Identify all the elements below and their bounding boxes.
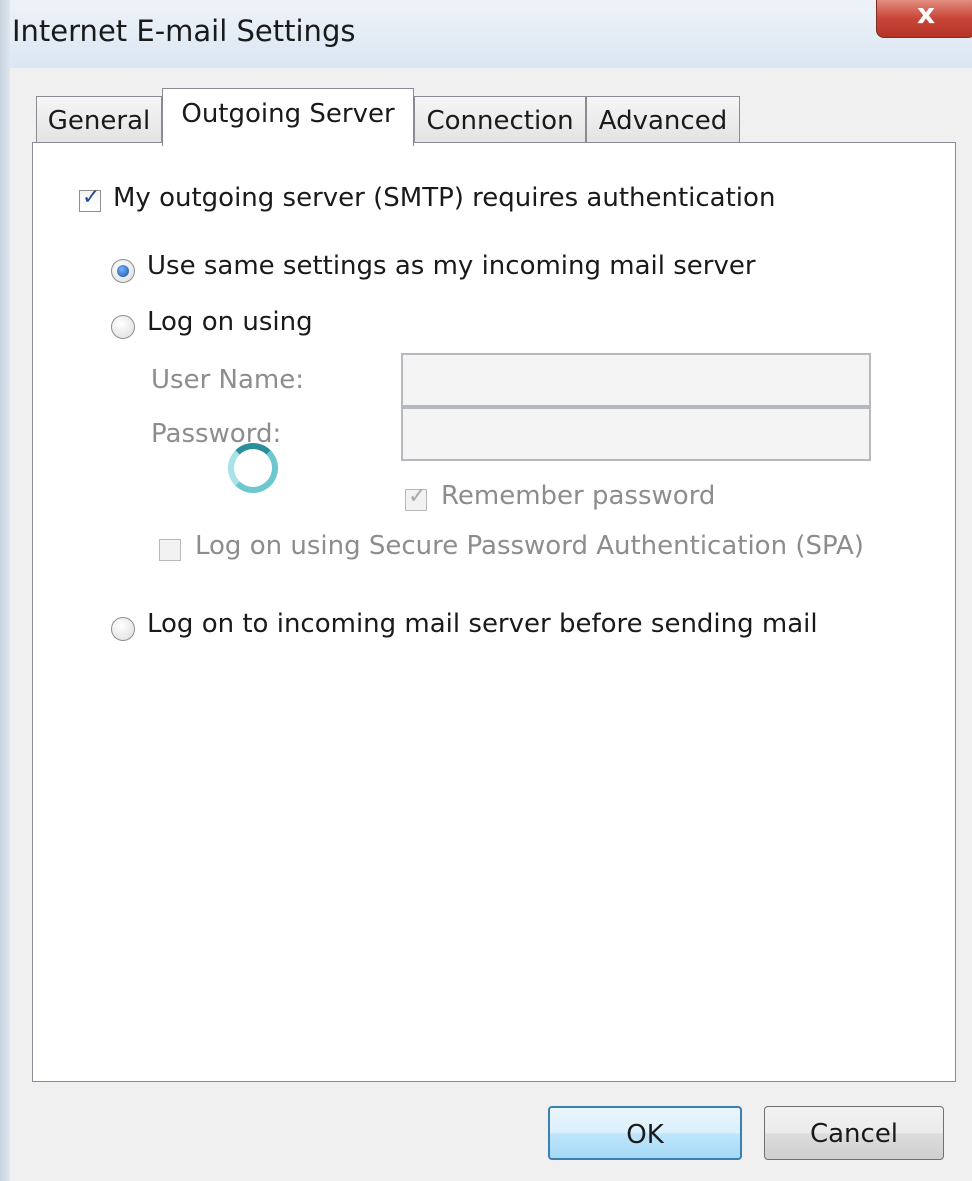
close-button[interactable]: x: [876, 0, 972, 38]
remember-password-label: Remember password: [441, 481, 716, 511]
log-on-using-radio[interactable]: [111, 315, 135, 339]
tab-outgoing-server-label: Outgoing Server: [181, 99, 395, 129]
close-icon: x: [916, 0, 936, 30]
outgoing-server-panel: ✓ My outgoing server (SMTP) requires aut…: [32, 142, 956, 1082]
log-on-using-label: Log on using: [147, 307, 313, 337]
title-bar[interactable]: Internet E-mail Settings x: [10, 0, 972, 68]
requires-auth-label: My outgoing server (SMTP) requires authe…: [113, 183, 776, 213]
dialog-client-area: General Outgoing Server Connection Advan…: [10, 68, 972, 1181]
tab-general-label: General: [47, 106, 151, 136]
tab-outgoing-server[interactable]: Outgoing Server: [162, 88, 414, 146]
tab-connection-label: Connection: [426, 106, 574, 136]
requires-auth-checkbox[interactable]: ✓: [79, 185, 101, 212]
window-frame-edge: [0, 0, 10, 1181]
cancel-button-label: Cancel: [809, 1119, 899, 1149]
radio-selected-dot: [117, 265, 129, 277]
checkmark-icon: ✓: [82, 185, 101, 210]
spa-label: Log on using Secure Password Authenticat…: [195, 531, 864, 561]
password-input[interactable]: [401, 407, 871, 461]
tab-advanced-label: Advanced: [598, 106, 728, 136]
remember-password-checkbox[interactable]: ✓: [405, 484, 427, 511]
internet-email-settings-dialog: Internet E-mail Settings x General Outgo…: [0, 0, 972, 1181]
checkmark-icon: ✓: [408, 484, 427, 509]
use-same-settings-radio[interactable]: [111, 259, 135, 283]
user-name-label: User Name:: [151, 365, 304, 395]
user-name-input[interactable]: [401, 353, 871, 407]
ok-button-label: OK: [626, 1120, 664, 1150]
spa-checkbox[interactable]: [159, 539, 181, 561]
tab-advanced[interactable]: Advanced: [586, 96, 740, 144]
log-on-incoming-label: Log on to incoming mail server before se…: [147, 609, 818, 639]
tab-connection[interactable]: Connection: [414, 96, 586, 144]
cancel-button[interactable]: Cancel: [764, 1106, 944, 1160]
use-same-settings-label: Use same settings as my incoming mail se…: [147, 251, 756, 281]
busy-spinner-icon: [228, 443, 278, 493]
tab-general[interactable]: General: [36, 96, 162, 144]
window-title: Internet E-mail Settings: [12, 14, 356, 48]
ok-button[interactable]: OK: [548, 1106, 742, 1160]
log-on-incoming-radio[interactable]: [111, 617, 135, 641]
